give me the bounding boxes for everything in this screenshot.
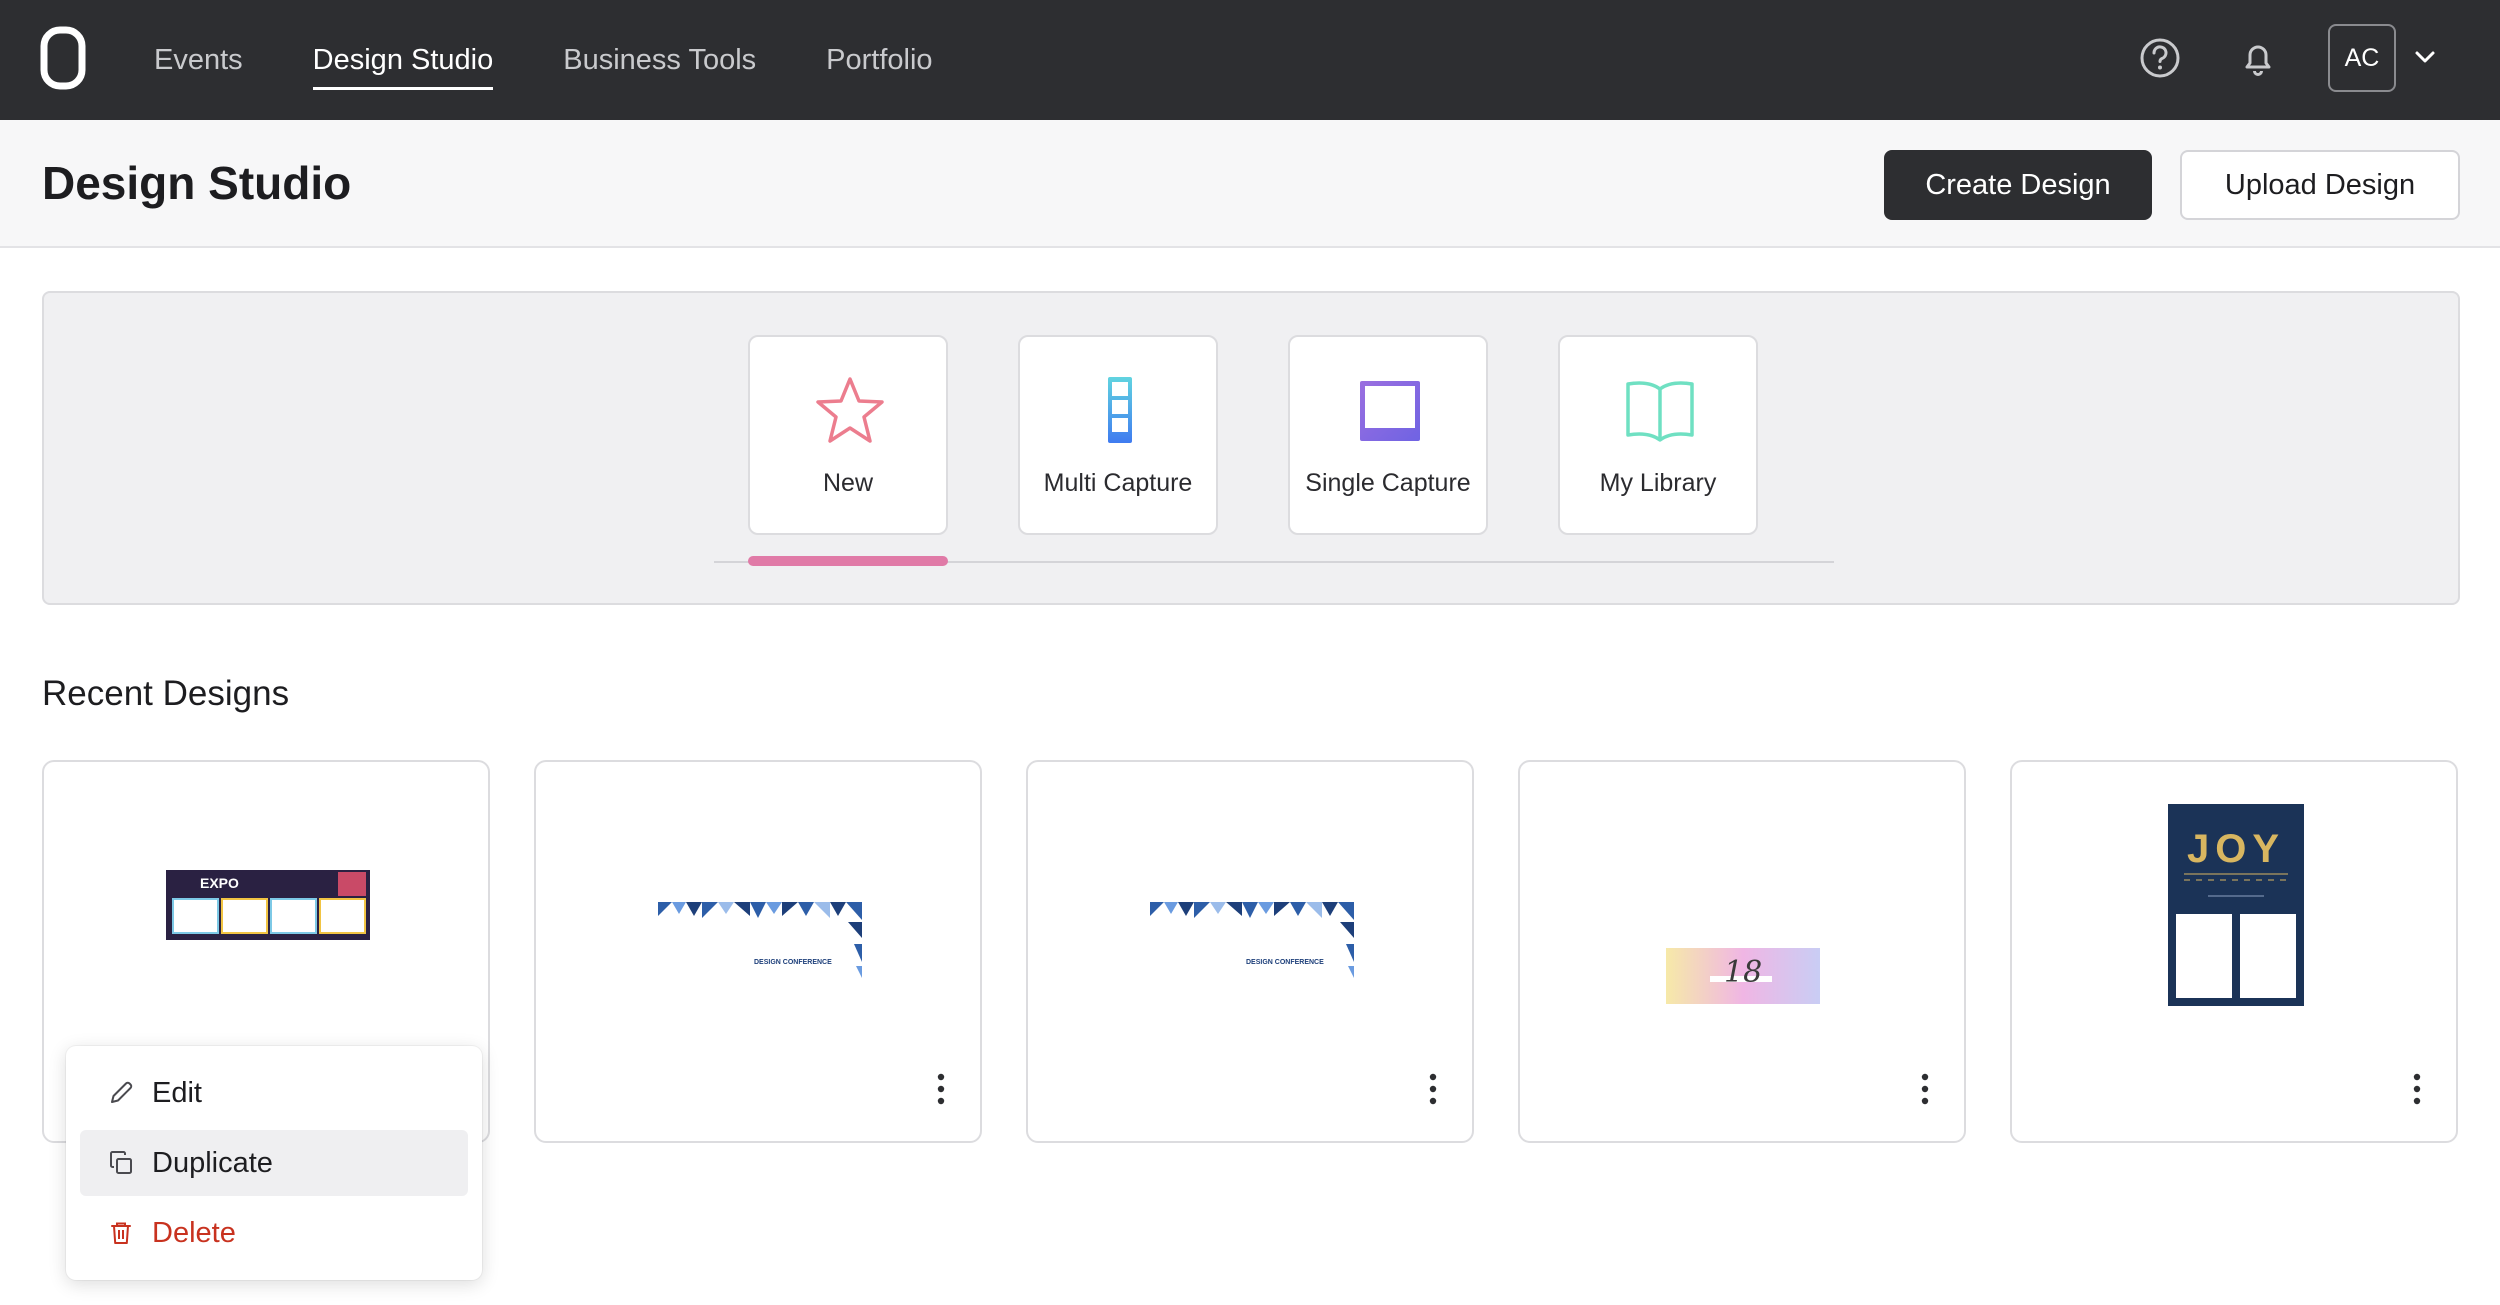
page-header: Design Studio Create Design Upload Desig… xyxy=(0,120,2500,248)
menu-item-label: Duplicate xyxy=(152,1146,273,1179)
more-vertical-icon[interactable] xyxy=(1917,1072,1933,1106)
avatar[interactable]: AC xyxy=(2328,24,2396,92)
gradient-18-thumbnail: 18 xyxy=(1666,948,1820,1004)
expo-strip-thumbnail: EXPO xyxy=(166,870,370,940)
type-card-single-capture[interactable]: Single Capture xyxy=(1288,335,1488,535)
create-design-button[interactable]: Create Design xyxy=(1884,150,2152,220)
more-vertical-icon[interactable] xyxy=(2409,1072,2425,1106)
menu-item-delete[interactable]: Delete xyxy=(80,1200,468,1266)
design-card[interactable]: 18 xyxy=(1518,760,1966,1143)
joy-card-thumbnail: JOY xyxy=(2168,804,2304,1006)
type-card-new[interactable]: New xyxy=(748,335,948,535)
pencil-icon xyxy=(111,1081,133,1103)
book-icon xyxy=(1626,381,1694,442)
upload-design-button[interactable]: Upload Design xyxy=(2180,150,2460,220)
thumb-text: EXPO xyxy=(200,875,239,891)
chevron-down-icon[interactable] xyxy=(2412,44,2438,70)
type-selector-indicator xyxy=(748,556,948,566)
page-title: Design Studio xyxy=(42,157,352,209)
type-card-label: New xyxy=(822,469,873,497)
more-vertical-icon[interactable] xyxy=(1425,1072,1441,1106)
design-card[interactable]: DESIGN CONFERENCE xyxy=(1026,760,1474,1143)
thumb-text: JOY xyxy=(2187,827,2285,871)
trash-icon xyxy=(111,1222,131,1244)
type-card-label: Multi Capture xyxy=(1043,469,1193,497)
brand-logo-icon[interactable] xyxy=(40,26,86,90)
thumb-text: DESIGN CONFERENCE xyxy=(754,959,832,966)
recent-designs-heading: Recent Designs xyxy=(42,674,290,713)
design-card[interactable]: DESIGN CONFERENCE xyxy=(534,760,982,1143)
design-conference-thumbnail: DESIGN CONFERENCE xyxy=(658,902,862,982)
type-card-my-library[interactable]: My Library xyxy=(1558,335,1758,535)
menu-item-edit[interactable]: Edit xyxy=(80,1060,468,1126)
main-nav: Events Design Studio Business Tools Port… xyxy=(154,0,1003,120)
help-circle-icon[interactable] xyxy=(2138,36,2182,80)
type-card-label: My Library xyxy=(1599,469,1717,497)
type-card-multi-capture[interactable]: Multi Capture xyxy=(1018,335,1218,535)
bell-icon[interactable] xyxy=(2236,36,2280,80)
single-capture-icon xyxy=(1360,381,1420,441)
thumb-text: DESIGN CONFERENCE xyxy=(1246,959,1324,966)
more-vertical-icon[interactable] xyxy=(933,1072,949,1106)
menu-item-label: Edit xyxy=(152,1076,202,1109)
design-context-menu: Edit Duplicate Delete xyxy=(66,1046,482,1280)
design-type-panel: New Multi Capture Single Capture My Libr… xyxy=(42,291,2460,605)
nav-item-portfolio[interactable]: Portfolio xyxy=(826,0,932,120)
type-card-label: Single Capture xyxy=(1305,469,1471,497)
design-card[interactable]: JOY xyxy=(2010,760,2458,1143)
nav-item-business-tools[interactable]: Business Tools xyxy=(563,0,756,120)
copy-icon xyxy=(110,1151,132,1174)
nav-item-events[interactable]: Events xyxy=(154,0,243,120)
star-icon xyxy=(816,377,884,443)
nav-item-design-studio[interactable]: Design Studio xyxy=(312,0,493,120)
menu-item-duplicate[interactable]: Duplicate xyxy=(80,1130,468,1196)
top-navigation-bar: Events Design Studio Business Tools Port… xyxy=(0,0,2500,120)
menu-item-label: Delete xyxy=(152,1216,236,1249)
design-conference-thumbnail: DESIGN CONFERENCE xyxy=(1150,902,1354,982)
thumb-text: 18 xyxy=(1724,955,1762,990)
multi-capture-icon xyxy=(1108,377,1132,443)
